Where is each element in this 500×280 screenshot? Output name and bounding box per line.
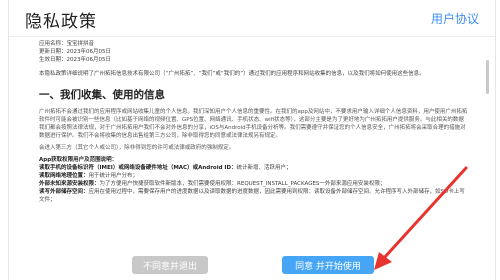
permission-name: 读取手机的设备标识符（IMEI）或网络设备硬件地址（MAC）或Android I… bbox=[39, 165, 237, 171]
permission-desc: 用于统计用户分布； bbox=[88, 173, 139, 179]
permission-desc: 统计新增、活跃用户； bbox=[236, 165, 292, 171]
app-name: 应用名称：宝宝拼拼音 bbox=[39, 41, 95, 47]
section-paragraph: 会进入第三方（其它个人或公司），除非得到您的许可或法律或政府的强制规定。 bbox=[39, 145, 235, 151]
section-title: 一、我们收集、使用的信息 bbox=[39, 89, 165, 101]
user-agreement-link[interactable]: 用户协议 bbox=[431, 10, 479, 27]
permission-name: 读取网络地理位置： bbox=[39, 173, 89, 179]
dialog-header: 隐私政策 用户协议 bbox=[9, 0, 495, 37]
permission-row: 读取网络地理位置：用于统计用户分布； bbox=[39, 172, 469, 180]
permission-row: 读取手机的设备标识符（IMEI）或网络设备硬件地址（MAC）或Android I… bbox=[39, 164, 469, 172]
permission-desc: 为了方便用户快捷获取软件新版本，我们需要使用权限：REQUEST_INSTALL… bbox=[99, 181, 386, 187]
permission-name: 读写外部储存空间： bbox=[39, 189, 89, 195]
permission-desc: 应用在使用过程中，需要保存用户的进度数据以及读取数据的进度数据，因此需要用到权限… bbox=[39, 189, 465, 203]
page-title: 隐私政策 bbox=[25, 12, 97, 32]
scrollbar[interactable] bbox=[486, 60, 489, 94]
permission-row: 读写外部储存空间：应用在使用过程中，需要保存用户的进度数据以及读取数据的进度数据… bbox=[39, 188, 469, 204]
permission-name: 外部未知来源安装权限： bbox=[39, 181, 100, 187]
agree-start-button[interactable]: 同意 并开始使用 bbox=[282, 256, 374, 274]
policy-content[interactable]: 应用名称：宝宝拼拼音 更新日期：2023年06月05日 生效日期：2023年06… bbox=[39, 40, 469, 245]
update-date: 更新日期：2023年06月05日 bbox=[39, 49, 111, 55]
permissions-heading: App获取权限用户及范围说明： bbox=[39, 157, 118, 163]
section-paragraph: 广州拓拓不会通过我们的应用程序或网站收集儿童的个人信息。我们深知用户个人信息的重… bbox=[39, 109, 468, 139]
disagree-exit-button[interactable]: 不同意并退出 bbox=[132, 256, 208, 274]
effective-date: 生效日期：2023年06月05日 bbox=[39, 57, 111, 63]
intro-paragraph: 本隐私政策详细说明了广州拓拓信息技术有限公司（“广州拓拓”、“我们”或“我们的”… bbox=[39, 71, 425, 77]
privacy-policy-dialog: 隐私政策 用户协议 应用名称：宝宝拼拼音 更新日期：2023年06月05日 生效… bbox=[8, 0, 496, 280]
permission-row: 外部未知来源安装权限：为了方便用户快捷获取软件新版本，我们需要使用权限：REQU… bbox=[39, 180, 469, 188]
